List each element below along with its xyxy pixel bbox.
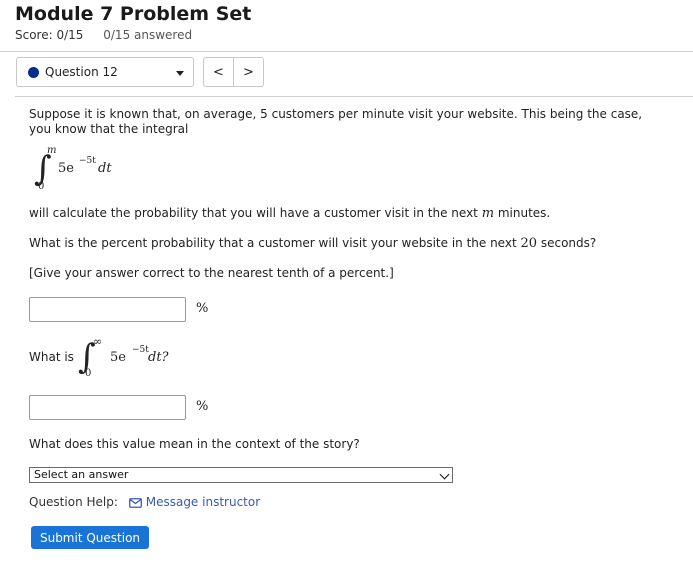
- question-help-label: Question Help:: [29, 495, 118, 509]
- caret-down-icon: [176, 71, 184, 76]
- integral-1-lower: 0: [38, 181, 45, 192]
- score-line: Score: 0/15 0/15 answered: [15, 28, 192, 42]
- integral-1-exp: −5t: [79, 156, 96, 166]
- question-1-post: seconds?: [537, 236, 597, 250]
- status-dot-icon: [28, 67, 39, 78]
- question-panel-top-border: [15, 96, 693, 97]
- integral-1-coef: 5e: [58, 161, 74, 176]
- integral-2-exp: −5t: [132, 345, 149, 355]
- score-text: Score: 0/15: [15, 28, 84, 42]
- rounding-instruction: [Give your answer correct to the nearest…: [29, 266, 394, 280]
- question-1-pre: What is the percent probability that a c…: [29, 236, 521, 250]
- integral-1: m ∫ 0 5e −5t dt: [34, 145, 154, 196]
- probability-statement: will calculate the probability that you …: [29, 206, 550, 221]
- integral-2-dt: dt?: [148, 350, 169, 365]
- question-selector-label: Question 12: [45, 65, 118, 79]
- integral-2: ∞ ∫ 0 5e −5t dt?: [78, 335, 198, 384]
- integral-2-coef: 5e: [110, 350, 126, 365]
- answer-select[interactable]: Select an answer: [29, 467, 453, 483]
- probability-variable: m: [481, 206, 495, 221]
- integral-1-dt: dt: [98, 161, 112, 176]
- question-selector[interactable]: Question 12: [16, 57, 194, 87]
- answered-count: 0/15 answered: [103, 28, 193, 42]
- answer-1-input[interactable]: [29, 297, 186, 322]
- answer-2-unit: %: [196, 399, 209, 414]
- integral-2-lower: 0: [85, 368, 92, 379]
- question-help: Question Help: Message instructor: [29, 495, 260, 509]
- probability-text-pre: will calculate the probability that you …: [29, 206, 482, 220]
- probability-text-post: minutes.: [494, 206, 551, 220]
- next-question-button[interactable]: >: [233, 58, 263, 86]
- question-1-number: 20: [520, 236, 538, 251]
- message-instructor-label: Message instructor: [145, 495, 261, 509]
- question-1: What is the percent probability that a c…: [29, 236, 596, 251]
- question-intro: Suppose it is known that, on average, 5 …: [29, 107, 643, 136]
- answer-2-input[interactable]: [29, 395, 186, 420]
- header-divider: [0, 51, 693, 52]
- what-is-label: What is: [29, 350, 74, 364]
- question-nav: < >: [203, 57, 264, 87]
- answer-1-unit: %: [196, 301, 209, 316]
- page-title: Module 7 Problem Set: [15, 3, 252, 25]
- message-instructor-link[interactable]: Message instructor: [122, 495, 260, 509]
- envelope-icon: [128, 498, 142, 508]
- prev-question-button[interactable]: <: [204, 58, 233, 86]
- question-3: What does this value mean in the context…: [29, 437, 360, 451]
- answer-select-value: Select an answer: [34, 468, 129, 481]
- submit-question-button[interactable]: Submit Question: [31, 526, 149, 549]
- chevron-down-icon: [439, 469, 450, 480]
